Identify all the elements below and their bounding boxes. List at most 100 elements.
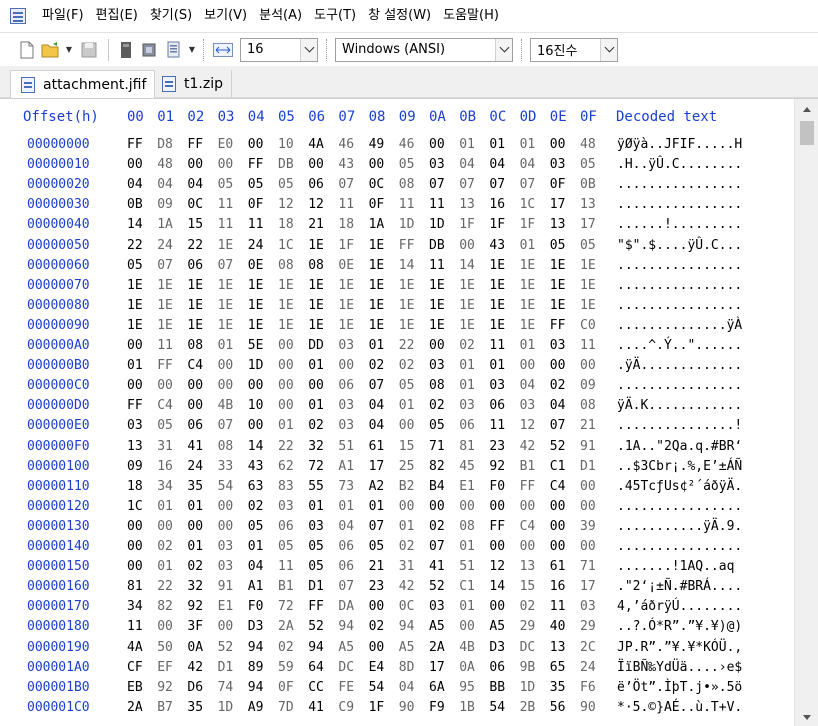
hex-byte[interactable]: 00 (157, 517, 181, 537)
hex-byte[interactable]: 00 (429, 497, 453, 517)
hex-byte[interactable]: 12 (308, 195, 332, 215)
hex-byte[interactable]: 01 (459, 537, 483, 557)
hex-byte[interactable]: 00 (459, 617, 483, 637)
hex-byte[interactable]: 1F (459, 215, 483, 235)
hex-byte[interactable]: 02 (308, 416, 332, 436)
hex-byte[interactable]: 56 (550, 698, 574, 718)
hex-byte[interactable]: EF (157, 658, 181, 678)
hex-byte[interactable]: 02 (248, 497, 272, 517)
hex-byte[interactable]: 00 (157, 376, 181, 396)
hex-byte[interactable]: 34 (127, 597, 151, 617)
hex-byte[interactable]: C4 (157, 396, 181, 416)
hex-byte[interactable]: FF (187, 135, 211, 155)
hex-byte[interactable]: 1D (429, 215, 453, 235)
hex-byte[interactable]: 00 (278, 396, 302, 416)
hex-byte[interactable]: 1E (308, 296, 332, 316)
hex-byte[interactable]: 1E (489, 276, 513, 296)
hex-byte[interactable]: 1E (459, 296, 483, 316)
hex-byte[interactable]: 42 (399, 577, 423, 597)
hex-byte[interactable]: 71 (429, 437, 453, 457)
hex-byte[interactable]: 04 (187, 175, 211, 195)
hex-byte[interactable]: 00 (248, 135, 272, 155)
hex-byte[interactable]: 2C (580, 638, 604, 658)
chevron-down-icon[interactable] (600, 38, 617, 61)
hex-byte[interactable]: 01 (369, 497, 393, 517)
hex-byte[interactable]: D3 (248, 617, 272, 637)
hex-byte[interactable]: 48 (580, 135, 604, 155)
hex-byte[interactable]: 1C (520, 195, 544, 215)
toolbar-grip[interactable] (326, 38, 329, 61)
hex-byte[interactable]: 11 (127, 617, 151, 637)
hex-byte[interactable]: 1E (399, 296, 423, 316)
decoded-text[interactable]: ...........ÿÄ.9. (617, 517, 742, 537)
hex-byte[interactable]: 1E (429, 296, 453, 316)
hex-byte[interactable]: 14 (127, 215, 151, 235)
hex-byte[interactable]: 40 (550, 617, 574, 637)
hex-byte[interactable]: 0C (399, 597, 423, 617)
chevron-down-icon[interactable] (300, 38, 317, 61)
hex-byte[interactable]: 13 (127, 437, 151, 457)
hex-byte[interactable]: 01 (308, 396, 332, 416)
hex-byte[interactable]: 52 (550, 437, 574, 457)
hex-byte[interactable]: 17 (429, 658, 453, 678)
hex-byte[interactable]: 08 (218, 437, 242, 457)
hex-byte[interactable]: 1E (278, 276, 302, 296)
hex-byte[interactable]: 91 (218, 577, 242, 597)
hex-byte[interactable]: 00 (369, 155, 393, 175)
hex-row[interactable]: 000000F0 13 31 41 08 14 22 32 51 61 15 71 81 23 42 52 91… (0, 437, 790, 457)
hex-byte[interactable]: 94 (399, 617, 423, 637)
hex-byte[interactable]: 01 (489, 135, 513, 155)
scroll-up-icon[interactable] (795, 99, 818, 119)
hex-byte[interactable]: C4 (187, 356, 211, 376)
decoded-text[interactable]: ..?.Ó*R”.”¥.¥)@) (617, 617, 742, 637)
hex-byte[interactable]: 45 (459, 457, 483, 477)
hex-byte[interactable]: 00 (218, 356, 242, 376)
hex-byte[interactable]: BB (489, 678, 513, 698)
hex-byte[interactable]: DD (308, 336, 332, 356)
hex-byte[interactable]: 50 (157, 638, 181, 658)
hex-byte[interactable]: 65 (550, 658, 574, 678)
hex-byte[interactable]: 00 (248, 416, 272, 436)
hex-byte[interactable]: 00 (157, 617, 181, 637)
hex-byte[interactable]: 91 (580, 437, 604, 457)
decoded-text[interactable]: .45TcƒUs¢²´áðÿÄ. (617, 477, 742, 497)
hex-byte[interactable]: 00 (278, 336, 302, 356)
hex-byte[interactable]: 11 (580, 336, 604, 356)
hex-row[interactable]: 00000160 81 22 32 91 A1 B1 D1 07 23 42 52 C1 14 15 16 17… (0, 577, 790, 597)
hex-byte[interactable]: 41 (308, 698, 332, 718)
hex-byte[interactable]: 00 (127, 557, 151, 577)
hex-byte[interactable]: A5 (429, 617, 453, 637)
hex-byte[interactable]: 02 (278, 638, 302, 658)
hex-byte[interactable]: 08 (187, 336, 211, 356)
hex-byte[interactable]: 04 (520, 376, 544, 396)
hex-row[interactable]: 00000050 22 24 22 1E 24 1C 1E 1F 1E FF DB 00 43 01 05 05… (0, 236, 790, 256)
hex-byte[interactable]: 1C (278, 236, 302, 256)
hex-byte[interactable]: 41 (187, 437, 211, 457)
hex-byte[interactable]: 1E (157, 296, 181, 316)
hex-byte[interactable]: 00 (127, 537, 151, 557)
hex-row[interactable]: 00000190 4A 50 0A 52 94 02 94 A5 00 A5 2A 4B D3 DC 13 2C… (0, 638, 790, 658)
hex-byte[interactable]: 03 (218, 557, 242, 577)
hex-byte[interactable]: 46 (399, 135, 423, 155)
hex-byte[interactable]: 11 (218, 215, 242, 235)
hex-byte[interactable]: 01 (308, 356, 332, 376)
hex-byte[interactable]: 05 (308, 557, 332, 577)
hex-byte[interactable]: 1B (459, 698, 483, 718)
hex-byte[interactable]: 43 (248, 457, 272, 477)
hex-byte[interactable]: 00 (520, 497, 544, 517)
hex-byte[interactable]: C1 (459, 577, 483, 597)
hex-byte[interactable]: 14 (459, 256, 483, 276)
hex-byte[interactable]: 01 (459, 597, 483, 617)
hex-byte[interactable]: 35 (550, 678, 574, 698)
hex-byte[interactable]: 00 (187, 517, 211, 537)
hex-byte[interactable]: 02 (187, 557, 211, 577)
hex-byte[interactable]: 05 (248, 517, 272, 537)
hex-byte[interactable]: 6A (429, 678, 453, 698)
hex-byte[interactable]: 1A (157, 215, 181, 235)
hex-byte[interactable]: 42 (187, 658, 211, 678)
hex-byte[interactable]: 1E (369, 276, 393, 296)
hex-byte[interactable]: 21 (308, 215, 332, 235)
hex-byte[interactable]: 1E (157, 316, 181, 336)
hex-byte[interactable]: 03 (489, 376, 513, 396)
hex-byte[interactable]: FF (157, 356, 181, 376)
